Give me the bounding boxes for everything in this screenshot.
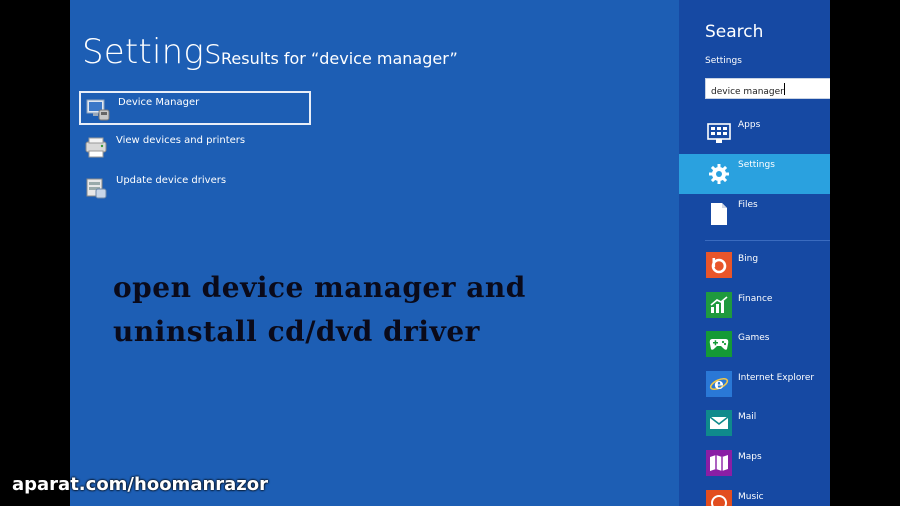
search-input[interactable] xyxy=(711,87,829,97)
games-icon xyxy=(706,331,732,357)
category-apps[interactable]: Apps xyxy=(679,114,830,154)
result-label: View devices and printers xyxy=(116,135,246,146)
music-icon xyxy=(706,490,732,506)
category-files[interactable]: Files xyxy=(679,194,830,234)
category-label: Apps xyxy=(738,120,761,130)
search-box[interactable] xyxy=(705,78,830,99)
internet-explorer-icon: e xyxy=(706,371,732,397)
app-music[interactable]: Music xyxy=(679,485,830,506)
instruction-caption: open device manager and uninstall cd/dvd… xyxy=(113,266,526,354)
update-drivers-icon xyxy=(83,176,109,200)
mail-icon xyxy=(706,410,732,436)
text-caret xyxy=(784,83,785,95)
result-devices-printers[interactable]: View devices and printers xyxy=(79,131,311,165)
result-label: Update device drivers xyxy=(116,175,227,186)
result-update-drivers[interactable]: Update device drivers xyxy=(79,171,311,205)
app-label: Bing xyxy=(738,254,759,264)
app-label: Maps xyxy=(738,452,762,462)
app-games[interactable]: Games xyxy=(679,326,830,364)
page-title: Settings xyxy=(82,32,222,72)
search-charm-pane: Search Settings Apps xyxy=(679,0,830,506)
devices-printers-icon xyxy=(83,136,109,160)
device-manager-icon xyxy=(85,98,111,122)
file-icon xyxy=(706,201,732,227)
app-label: Music xyxy=(738,492,764,502)
app-label: Finance xyxy=(738,294,773,304)
category-label: Settings xyxy=(738,160,775,170)
app-maps[interactable]: Maps xyxy=(679,445,830,483)
svg-text:e: e xyxy=(714,375,724,393)
caption-line-2: uninstall cd/dvd driver xyxy=(113,315,480,348)
app-mail[interactable]: Mail xyxy=(679,405,830,443)
bing-icon xyxy=(706,252,732,278)
charm-divider xyxy=(705,240,830,241)
apps-icon xyxy=(706,121,732,147)
app-internet-explorer[interactable]: e Internet Explorer xyxy=(679,366,830,404)
results-for-label: Results for “device manager” xyxy=(221,49,458,68)
result-label: Device Manager xyxy=(118,97,200,108)
category-settings[interactable]: Settings xyxy=(679,154,830,194)
search-scope-label: Settings xyxy=(705,56,742,66)
search-charm-title: Search xyxy=(705,22,764,42)
maps-icon xyxy=(706,450,732,476)
finance-icon xyxy=(706,292,732,318)
app-label: Internet Explorer xyxy=(738,373,815,383)
category-label: Files xyxy=(738,200,758,210)
app-label: Games xyxy=(738,333,770,343)
result-device-manager[interactable]: Device Manager xyxy=(79,91,311,125)
caption-line-1: open device manager and xyxy=(113,271,526,304)
watermark: aparat.com/hoomanrazor xyxy=(12,474,269,495)
app-finance[interactable]: Finance xyxy=(679,287,830,325)
app-label: Mail xyxy=(738,412,757,422)
app-bing[interactable]: Bing xyxy=(679,247,830,285)
gear-icon xyxy=(706,161,732,187)
